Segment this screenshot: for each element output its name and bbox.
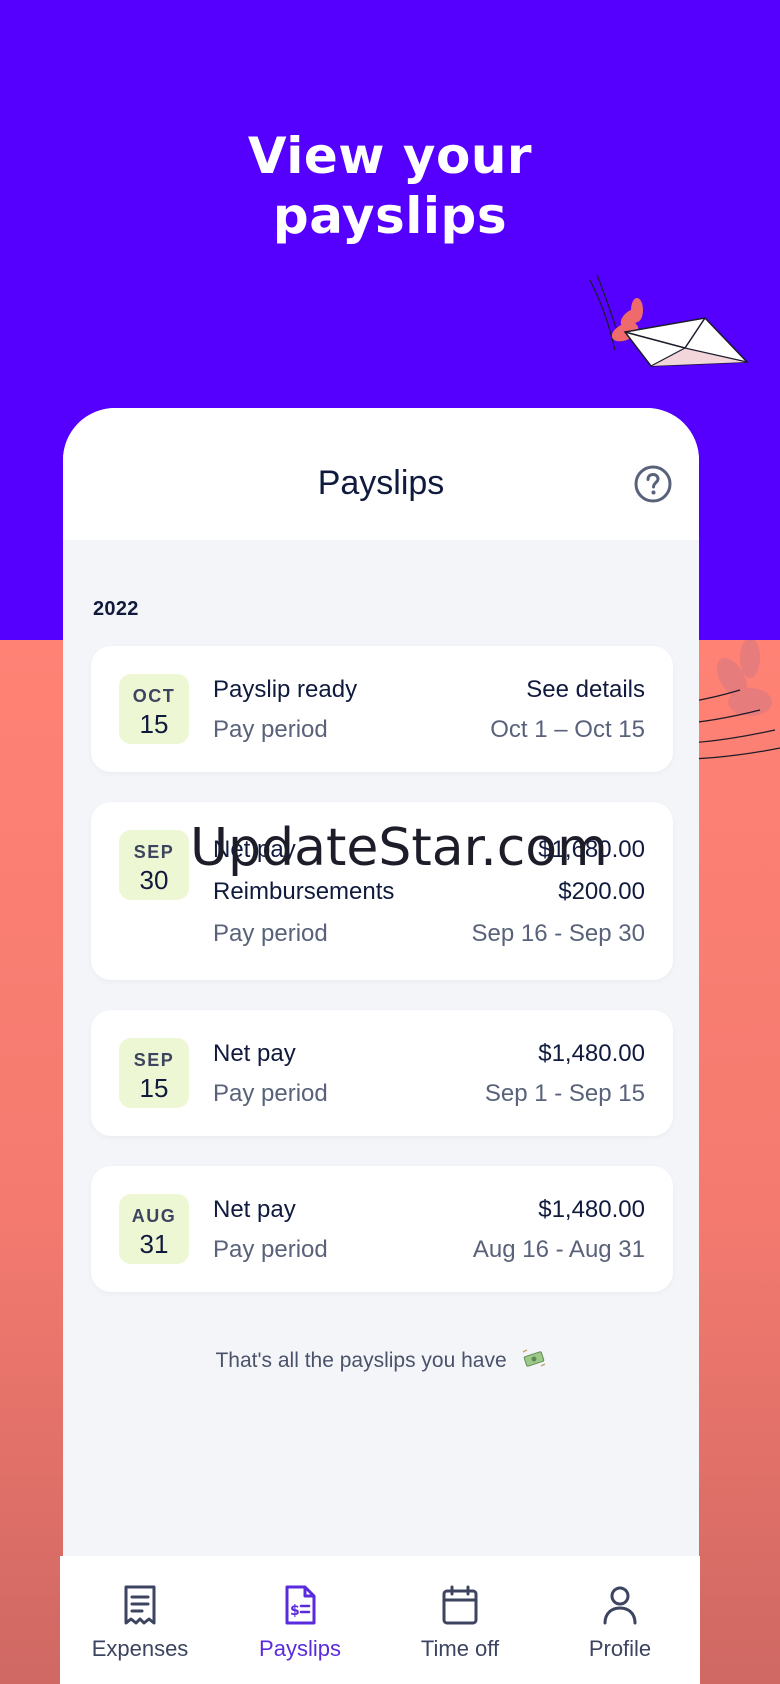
date-day: 15 bbox=[139, 1073, 169, 1103]
payslip-document-icon: $ bbox=[285, 1585, 316, 1625]
date-badge: AUG 31 bbox=[119, 1194, 189, 1264]
svg-text:$: $ bbox=[290, 1603, 300, 1619]
payslip-card[interactable]: SEP 15 Net pay $1,480.00 Pay period Sep … bbox=[91, 1010, 673, 1136]
pay-period-row: Pay period Sep 1 - Sep 15 bbox=[213, 1080, 645, 1114]
receipt-icon bbox=[124, 1585, 156, 1625]
pay-period-value: Sep 16 - Sep 30 bbox=[471, 920, 645, 947]
date-month: SEP bbox=[133, 842, 175, 862]
hero-headline-line1: View your bbox=[247, 127, 533, 185]
nav-label-expenses: Expenses bbox=[91, 1636, 189, 1661]
nav-label-time-off: Time off bbox=[420, 1636, 500, 1661]
flying-money-icon bbox=[522, 1349, 545, 1367]
date-month: SEP bbox=[133, 1050, 175, 1070]
nav-item-payslips[interactable]: $ Payslips bbox=[220, 1556, 380, 1684]
app-header: Payslips bbox=[63, 408, 699, 540]
date-month: AUG bbox=[131, 1206, 177, 1226]
reimbursements-row: Reimbursements $200.00 bbox=[213, 878, 645, 912]
date-day: 30 bbox=[139, 865, 169, 895]
payslip-card[interactable]: AUG 31 Net pay $1,480.00 Pay period Aug … bbox=[91, 1166, 673, 1292]
end-of-list-note: That's all the payslips you have bbox=[63, 1348, 699, 1373]
end-of-list-text: That's all the payslips you have bbox=[215, 1349, 507, 1372]
net-pay-row: Net pay $1,480.00 bbox=[213, 1040, 645, 1074]
reimbursements-label: Reimbursements bbox=[213, 878, 395, 905]
date-badge: OCT 15 bbox=[119, 674, 189, 744]
pay-period-row: Pay period Sep 16 - Sep 30 bbox=[213, 920, 645, 954]
status-row: Payslip ready See details bbox=[213, 676, 645, 710]
help-circle-icon[interactable] bbox=[633, 464, 673, 504]
date-day: 31 bbox=[139, 1229, 169, 1259]
calendar-icon bbox=[442, 1585, 478, 1625]
net-pay-label: Net pay bbox=[213, 1040, 296, 1067]
watermark-text: UpdateStar.com bbox=[190, 818, 608, 878]
nav-label-profile: Profile bbox=[588, 1636, 652, 1661]
date-badge: SEP 30 bbox=[119, 830, 189, 900]
pay-period-row: Pay period Aug 16 - Aug 31 bbox=[213, 1236, 645, 1270]
nav-item-expenses[interactable]: Expenses bbox=[60, 1556, 220, 1684]
pay-period-label: Pay period bbox=[213, 1236, 328, 1263]
see-details-link[interactable]: See details bbox=[526, 676, 645, 704]
pay-period-value: Sep 1 - Sep 15 bbox=[484, 1080, 645, 1107]
reimbursements-value: $200.00 bbox=[558, 878, 645, 905]
nav-label-payslips: Payslips bbox=[259, 1636, 341, 1661]
net-pay-row: Net pay $1,480.00 bbox=[213, 1196, 645, 1230]
date-month: OCT bbox=[132, 686, 176, 706]
net-pay-value: $1,480.00 bbox=[538, 1196, 645, 1223]
bottom-navigation: Expenses $ Payslips Time off Profile bbox=[60, 1556, 700, 1684]
year-header: 2022 bbox=[93, 598, 139, 620]
pay-period-label: Pay period bbox=[213, 920, 328, 947]
hero-headline-line2: payslips bbox=[272, 187, 508, 245]
date-day: 15 bbox=[139, 709, 169, 739]
nav-item-profile[interactable]: Profile bbox=[540, 1556, 700, 1684]
payslip-card[interactable]: OCT 15 Payslip ready See details Pay per… bbox=[91, 646, 673, 772]
net-pay-value: $1,480.00 bbox=[538, 1040, 645, 1067]
pay-period-value: Aug 16 - Aug 31 bbox=[472, 1236, 645, 1263]
screen-title: Payslips bbox=[317, 464, 445, 502]
pay-period-label: Pay period bbox=[213, 716, 328, 743]
phone-screen: Payslips 2022 OCT 15 Payslip ready See d… bbox=[63, 408, 699, 1684]
pay-period-row: Pay period Oct 1 – Oct 15 bbox=[213, 716, 645, 750]
flying-envelope-illustration bbox=[589, 274, 749, 367]
pay-period-value: Oct 1 – Oct 15 bbox=[490, 716, 645, 743]
hero-headline: View your payslips bbox=[0, 126, 780, 246]
pay-period-label: Pay period bbox=[213, 1080, 328, 1107]
net-pay-label: Net pay bbox=[213, 1196, 296, 1223]
date-badge: SEP 15 bbox=[119, 1038, 189, 1108]
person-icon bbox=[603, 1586, 637, 1625]
nav-item-time-off[interactable]: Time off bbox=[380, 1556, 540, 1684]
status-label: Payslip ready bbox=[213, 676, 358, 703]
